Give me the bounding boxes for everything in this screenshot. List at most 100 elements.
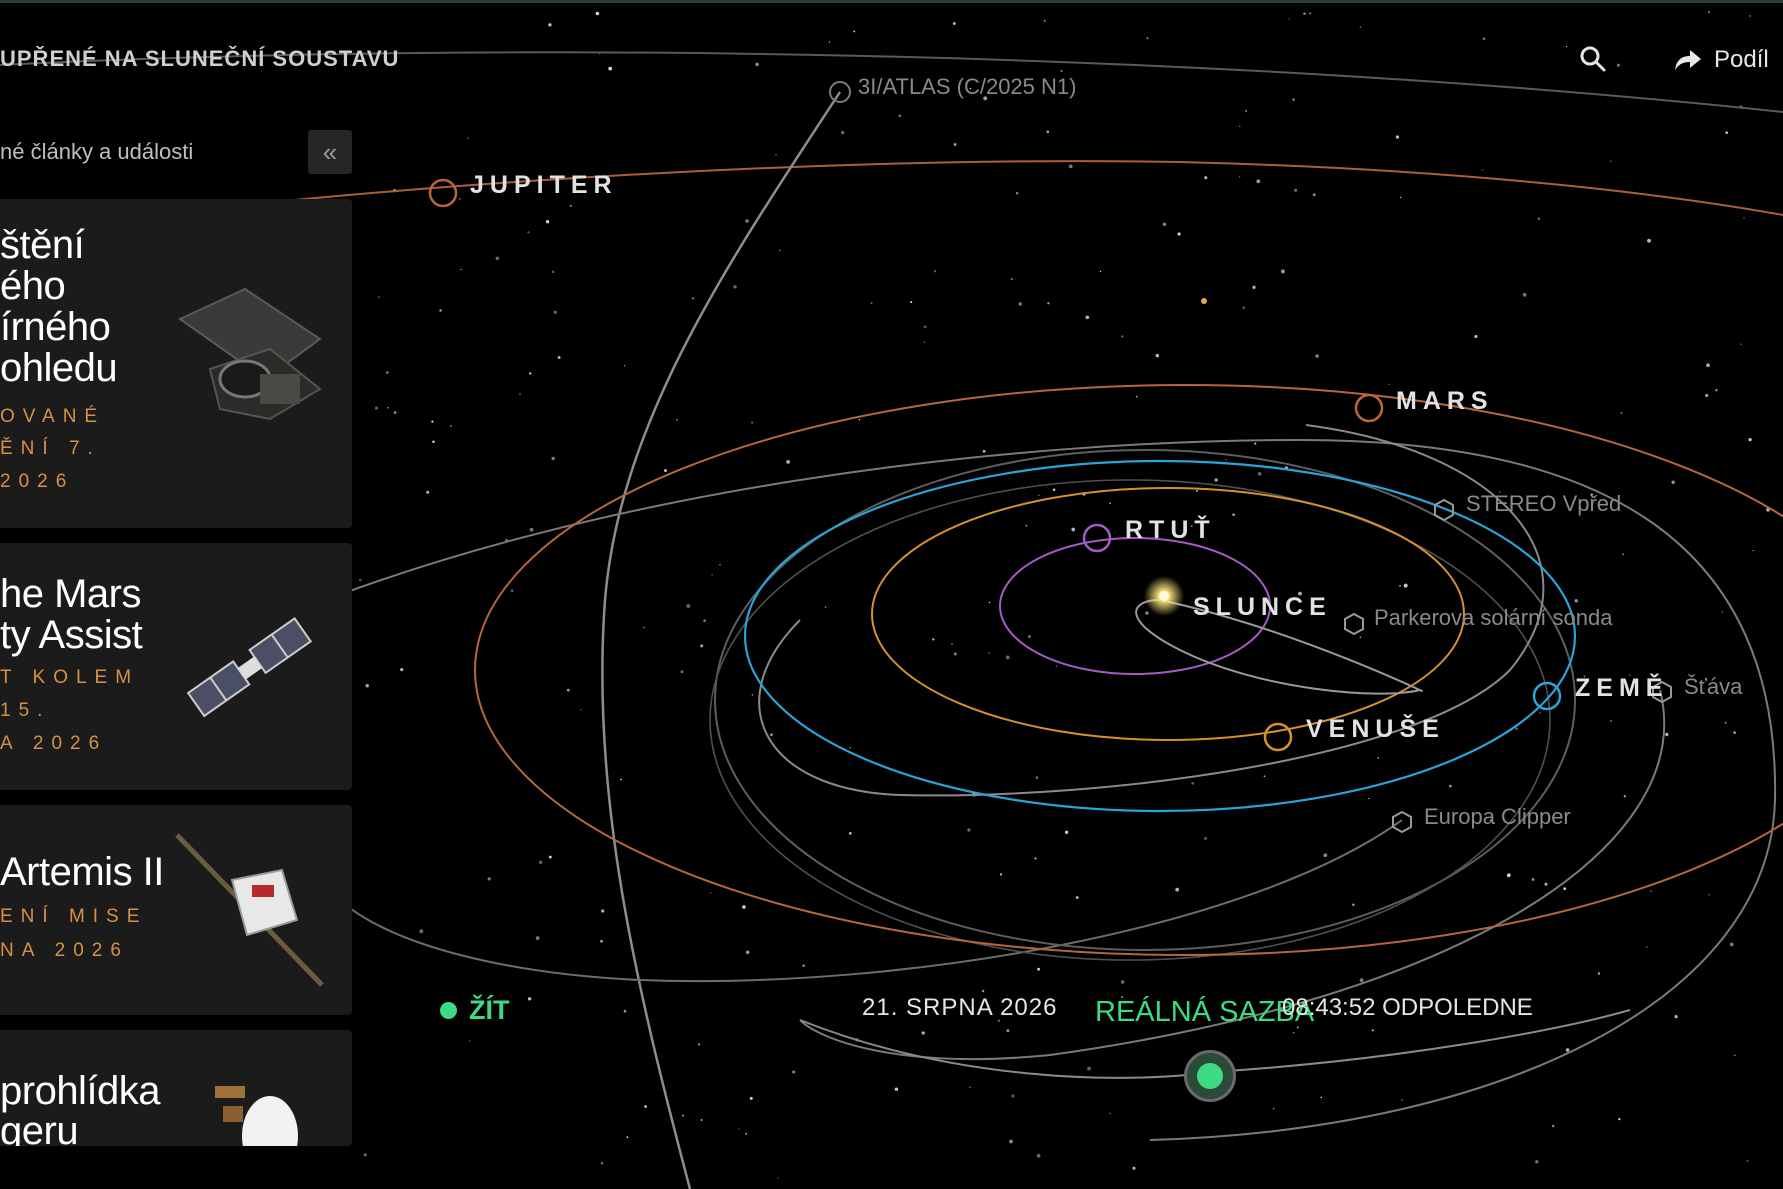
card-title-line: Artemis II — [0, 850, 164, 894]
label-jupiter[interactable]: JUPITER — [470, 171, 618, 200]
star — [1359, 978, 1364, 983]
star — [1725, 131, 1728, 134]
star — [439, 309, 442, 312]
star — [1646, 946, 1648, 948]
star — [419, 929, 424, 934]
star — [538, 860, 543, 865]
star — [999, 873, 1003, 876]
label-3i-atlas[interactable]: 3I/ATLAS (C/2025 N1) — [858, 74, 1076, 100]
star — [1046, 130, 1050, 134]
card-subtitle-line: NA 2026 — [0, 940, 129, 961]
label-earth[interactable]: ZEMĚ — [1575, 674, 1668, 703]
collapse-sidebar-button[interactable]: « — [308, 130, 352, 174]
share-button[interactable]: Podíl — [1674, 44, 1769, 76]
live-button[interactable]: ŽÍT — [440, 995, 510, 1026]
parker-marker — [1344, 612, 1364, 636]
orbit-earth — [743, 459, 1577, 813]
star — [450, 425, 452, 428]
search-button[interactable] — [1578, 44, 1608, 74]
label-juice[interactable]: Šťáva — [1684, 674, 1742, 700]
star — [1011, 1094, 1015, 1098]
star — [1531, 878, 1535, 881]
star — [358, 578, 362, 582]
mars-marker — [1354, 393, 1384, 423]
double-chevron-left-icon: « — [322, 136, 338, 167]
star — [751, 421, 754, 424]
venus-marker — [1263, 722, 1293, 752]
star — [1622, 553, 1625, 556]
star — [745, 219, 749, 223]
star — [1729, 942, 1734, 947]
star — [1060, 69, 1063, 72]
star — [1522, 292, 1527, 297]
star — [1506, 873, 1511, 878]
label-stereo[interactable]: STEREO Vpřed — [1466, 491, 1621, 517]
star — [1721, 611, 1724, 613]
star — [841, 131, 845, 135]
star — [1280, 269, 1285, 274]
star — [828, 41, 831, 43]
card-subtitle-line: 15. — [0, 700, 51, 721]
star — [749, 1096, 753, 1100]
star — [824, 606, 827, 608]
star — [363, 1153, 367, 1157]
time-scrubber-handle[interactable] — [1184, 1050, 1236, 1102]
star — [1214, 478, 1218, 482]
star — [431, 420, 434, 423]
search-icon — [1580, 46, 1606, 72]
star — [1232, 513, 1235, 517]
star — [1027, 635, 1031, 639]
star — [1263, 775, 1266, 778]
star — [849, 746, 851, 749]
label-parker[interactable]: Parkerova solární sonda — [1374, 605, 1612, 631]
star — [1401, 1099, 1403, 1101]
card-title-line: he Mars — [0, 572, 142, 616]
star — [1403, 583, 1408, 588]
star — [1109, 1112, 1111, 1115]
star — [1135, 395, 1138, 398]
star — [1109, 502, 1111, 504]
card-title-line: ého — [0, 264, 66, 308]
star — [1740, 343, 1742, 345]
star — [1535, 1160, 1539, 1164]
article-card[interactable]: Artemis II ENÍ MISE NA 2026 — [0, 805, 352, 1015]
star — [1706, 363, 1710, 368]
trajectory-europa-clipper — [315, 819, 1403, 983]
star — [1359, 636, 1362, 639]
star — [1204, 176, 1208, 180]
label-mercury[interactable]: RTUŤ — [1125, 516, 1216, 545]
star — [519, 393, 521, 395]
star — [786, 460, 790, 464]
star — [1674, 1015, 1678, 1019]
star — [553, 310, 557, 314]
star — [953, 652, 957, 656]
star — [1239, 176, 1241, 178]
label-venus[interactable]: VENUŠE — [1306, 715, 1445, 744]
article-card[interactable]: štění ého írného ohledu OVANÉ ĚNÍ 7. 202… — [0, 199, 352, 528]
star — [1371, 1029, 1374, 1032]
article-card[interactable]: prohlídka geru — [0, 1030, 352, 1146]
star — [1315, 354, 1319, 358]
star — [1563, 887, 1567, 891]
star — [1256, 179, 1261, 184]
star — [468, 1040, 471, 1042]
label-sun[interactable]: SLUNCE — [1193, 593, 1332, 622]
star — [1618, 1117, 1621, 1121]
star — [467, 137, 470, 140]
star — [719, 563, 721, 566]
star — [711, 574, 713, 576]
star — [910, 301, 913, 304]
star — [988, 652, 990, 654]
star — [1038, 494, 1040, 496]
star — [1481, 169, 1484, 171]
article-card[interactable]: he Mars ty Assist T KOLEM 15. A 2026 — [0, 543, 352, 790]
star — [1650, 890, 1652, 893]
card-title-line: írného — [0, 305, 111, 349]
star — [1175, 887, 1180, 892]
star — [1155, 353, 1160, 358]
label-mars[interactable]: MARS — [1396, 387, 1494, 416]
label-europa-clipper[interactable]: Europa Clipper — [1424, 804, 1571, 830]
star — [1724, 721, 1727, 724]
star — [1037, 967, 1040, 971]
star — [700, 644, 704, 648]
